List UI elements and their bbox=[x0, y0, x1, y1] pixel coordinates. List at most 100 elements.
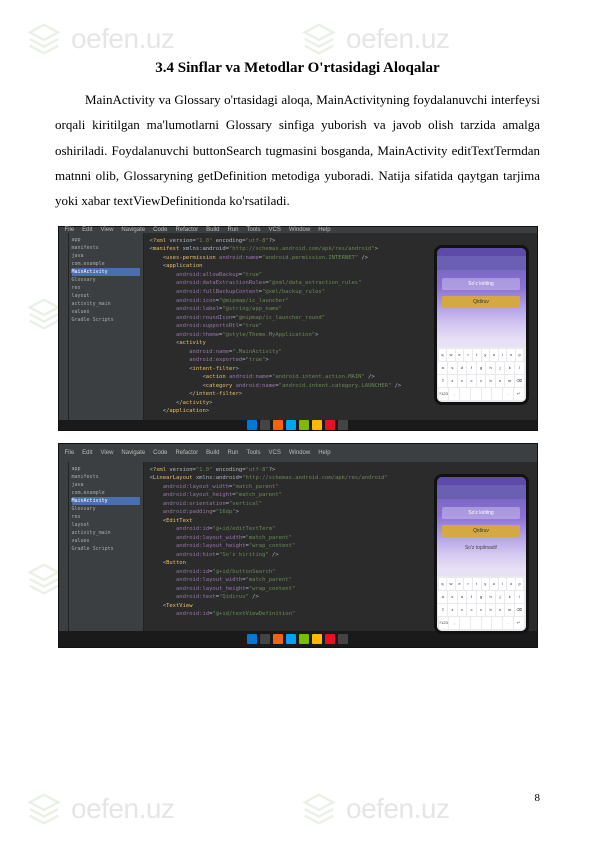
taskbar-icon[interactable] bbox=[338, 420, 348, 430]
keyboard-key[interactable]: ⌫ bbox=[515, 604, 524, 616]
taskbar-icon[interactable] bbox=[338, 634, 348, 644]
keyboard-key[interactable]: q bbox=[439, 349, 447, 361]
keyboard-key[interactable]: c bbox=[467, 604, 476, 616]
keyboard-key[interactable]: r bbox=[464, 349, 472, 361]
keyboard-key[interactable]: j bbox=[496, 591, 505, 603]
keyboard-key[interactable]: ⌫ bbox=[515, 375, 524, 387]
keyboard-key[interactable] bbox=[492, 617, 502, 629]
keyboard-key[interactable]: ?123 bbox=[439, 388, 449, 400]
keyboard-key[interactable]: i bbox=[499, 578, 507, 590]
menu-item[interactable]: VCS bbox=[269, 450, 281, 456]
keyboard-key[interactable]: ⇧ bbox=[438, 375, 447, 387]
keyboard-key[interactable]: w bbox=[447, 578, 455, 590]
taskbar-icon[interactable] bbox=[260, 420, 270, 430]
menu-item[interactable]: Code bbox=[153, 450, 167, 456]
keyboard-key[interactable] bbox=[471, 388, 481, 400]
keyboard-key[interactable]: ?123 bbox=[439, 617, 449, 629]
tree-item[interactable]: res bbox=[72, 513, 140, 521]
keyboard-key[interactable] bbox=[460, 388, 470, 400]
keyboard-key[interactable]: p bbox=[516, 578, 524, 590]
keyboard-key[interactable]: s bbox=[448, 591, 457, 603]
keyboard-key[interactable]: h bbox=[486, 362, 495, 374]
keyboard-key[interactable]: m bbox=[505, 375, 514, 387]
keyboard-key[interactable]: z bbox=[448, 375, 457, 387]
keyboard-key[interactable]: c bbox=[467, 375, 476, 387]
keyboard-key[interactable]: a bbox=[438, 362, 447, 374]
keyboard-key[interactable]: g bbox=[477, 362, 486, 374]
menu-item[interactable]: Window bbox=[289, 450, 310, 456]
taskbar-icon[interactable] bbox=[260, 634, 270, 644]
keyboard-key[interactable] bbox=[460, 617, 470, 629]
menu-item[interactable]: Refactor bbox=[175, 227, 198, 233]
menu-item[interactable]: Run bbox=[227, 450, 238, 456]
keyboard-key[interactable]: l bbox=[515, 591, 524, 603]
tree-item[interactable]: MainActivity bbox=[72, 268, 140, 276]
keyboard-key[interactable]: k bbox=[505, 591, 514, 603]
keyboard-key[interactable] bbox=[482, 388, 492, 400]
tree-item[interactable]: com.example bbox=[72, 260, 140, 268]
keyboard-key[interactable]: b bbox=[486, 375, 495, 387]
keyboard-key[interactable]: h bbox=[486, 591, 495, 603]
menu-item[interactable]: VCS bbox=[269, 227, 281, 233]
keyboard-key[interactable]: g bbox=[477, 591, 486, 603]
menu-item[interactable]: Tools bbox=[247, 450, 261, 456]
keyboard-key[interactable]: v bbox=[477, 604, 486, 616]
menu-item[interactable]: Build bbox=[206, 227, 219, 233]
keyboard-key[interactable]: i bbox=[499, 349, 507, 361]
keyboard-key[interactable]: s bbox=[448, 362, 457, 374]
keyboard-key[interactable]: y bbox=[482, 349, 490, 361]
taskbar-icon[interactable] bbox=[247, 634, 257, 644]
keyboard-key[interactable]: ⇧ bbox=[438, 604, 447, 616]
keyboard-key[interactable]: n bbox=[496, 604, 505, 616]
taskbar-icon[interactable] bbox=[312, 420, 322, 430]
keyboard-key[interactable]: l bbox=[515, 362, 524, 374]
tree-item[interactable]: values bbox=[72, 308, 140, 316]
tree-item[interactable]: layout bbox=[72, 521, 140, 529]
menu-item[interactable]: View bbox=[101, 227, 114, 233]
keyboard-key[interactable]: ↵ bbox=[514, 388, 524, 400]
menu-item[interactable]: Help bbox=[318, 227, 330, 233]
menu-item[interactable]: Help bbox=[318, 450, 330, 456]
keyboard-key[interactable]: w bbox=[447, 349, 455, 361]
keyboard-key[interactable]: b bbox=[486, 604, 495, 616]
menu-item[interactable]: Edit bbox=[82, 227, 92, 233]
keyboard-key[interactable]: t bbox=[473, 349, 481, 361]
menu-item[interactable]: Window bbox=[289, 227, 310, 233]
keyboard-key[interactable] bbox=[482, 617, 492, 629]
keyboard-key[interactable]: z bbox=[448, 604, 457, 616]
keyboard-key[interactable]: p bbox=[516, 349, 524, 361]
keyboard-key[interactable]: q bbox=[439, 578, 447, 590]
tree-item[interactable]: Glossary bbox=[72, 276, 140, 284]
keyboard-key[interactable] bbox=[471, 617, 481, 629]
tree-item[interactable]: app bbox=[72, 236, 140, 244]
soft-keyboard[interactable]: qwertyuiopasdfghjkl⇧zxcvbnm⌫?123,.↵ bbox=[437, 576, 526, 631]
keyboard-key[interactable]: f bbox=[467, 591, 476, 603]
keyboard-key[interactable]: y bbox=[482, 578, 490, 590]
keyboard-key[interactable]: e bbox=[456, 349, 464, 361]
keyboard-key[interactable] bbox=[492, 388, 502, 400]
tree-item[interactable]: activity_main bbox=[72, 300, 140, 308]
keyboard-key[interactable]: a bbox=[438, 591, 447, 603]
keyboard-key[interactable]: n bbox=[496, 375, 505, 387]
keyboard-key[interactable]: u bbox=[490, 349, 498, 361]
keyboard-key[interactable]: r bbox=[464, 578, 472, 590]
menu-item[interactable]: Refactor bbox=[175, 450, 198, 456]
tree-item[interactable]: Glossary bbox=[72, 505, 140, 513]
keyboard-key[interactable]: k bbox=[505, 362, 514, 374]
keyboard-key[interactable]: u bbox=[490, 578, 498, 590]
keyboard-key[interactable]: x bbox=[458, 375, 467, 387]
taskbar-icon[interactable] bbox=[325, 420, 335, 430]
keyboard-key[interactable]: v bbox=[477, 375, 486, 387]
search-button[interactable]: Qidiruv bbox=[442, 296, 520, 308]
menu-item[interactable]: Run bbox=[227, 227, 238, 233]
menu-item[interactable]: Tools bbox=[247, 227, 261, 233]
tree-item[interactable]: values bbox=[72, 537, 140, 545]
menu-item[interactable]: Edit bbox=[82, 450, 92, 456]
keyboard-key[interactable]: m bbox=[505, 604, 514, 616]
menu-item[interactable]: Navigate bbox=[121, 227, 145, 233]
tree-item[interactable]: manifests bbox=[72, 473, 140, 481]
term-input[interactable]: So'z kiriting bbox=[442, 507, 520, 519]
tree-item[interactable]: MainActivity bbox=[72, 497, 140, 505]
tree-item[interactable]: res bbox=[72, 284, 140, 292]
keyboard-key[interactable]: e bbox=[456, 578, 464, 590]
